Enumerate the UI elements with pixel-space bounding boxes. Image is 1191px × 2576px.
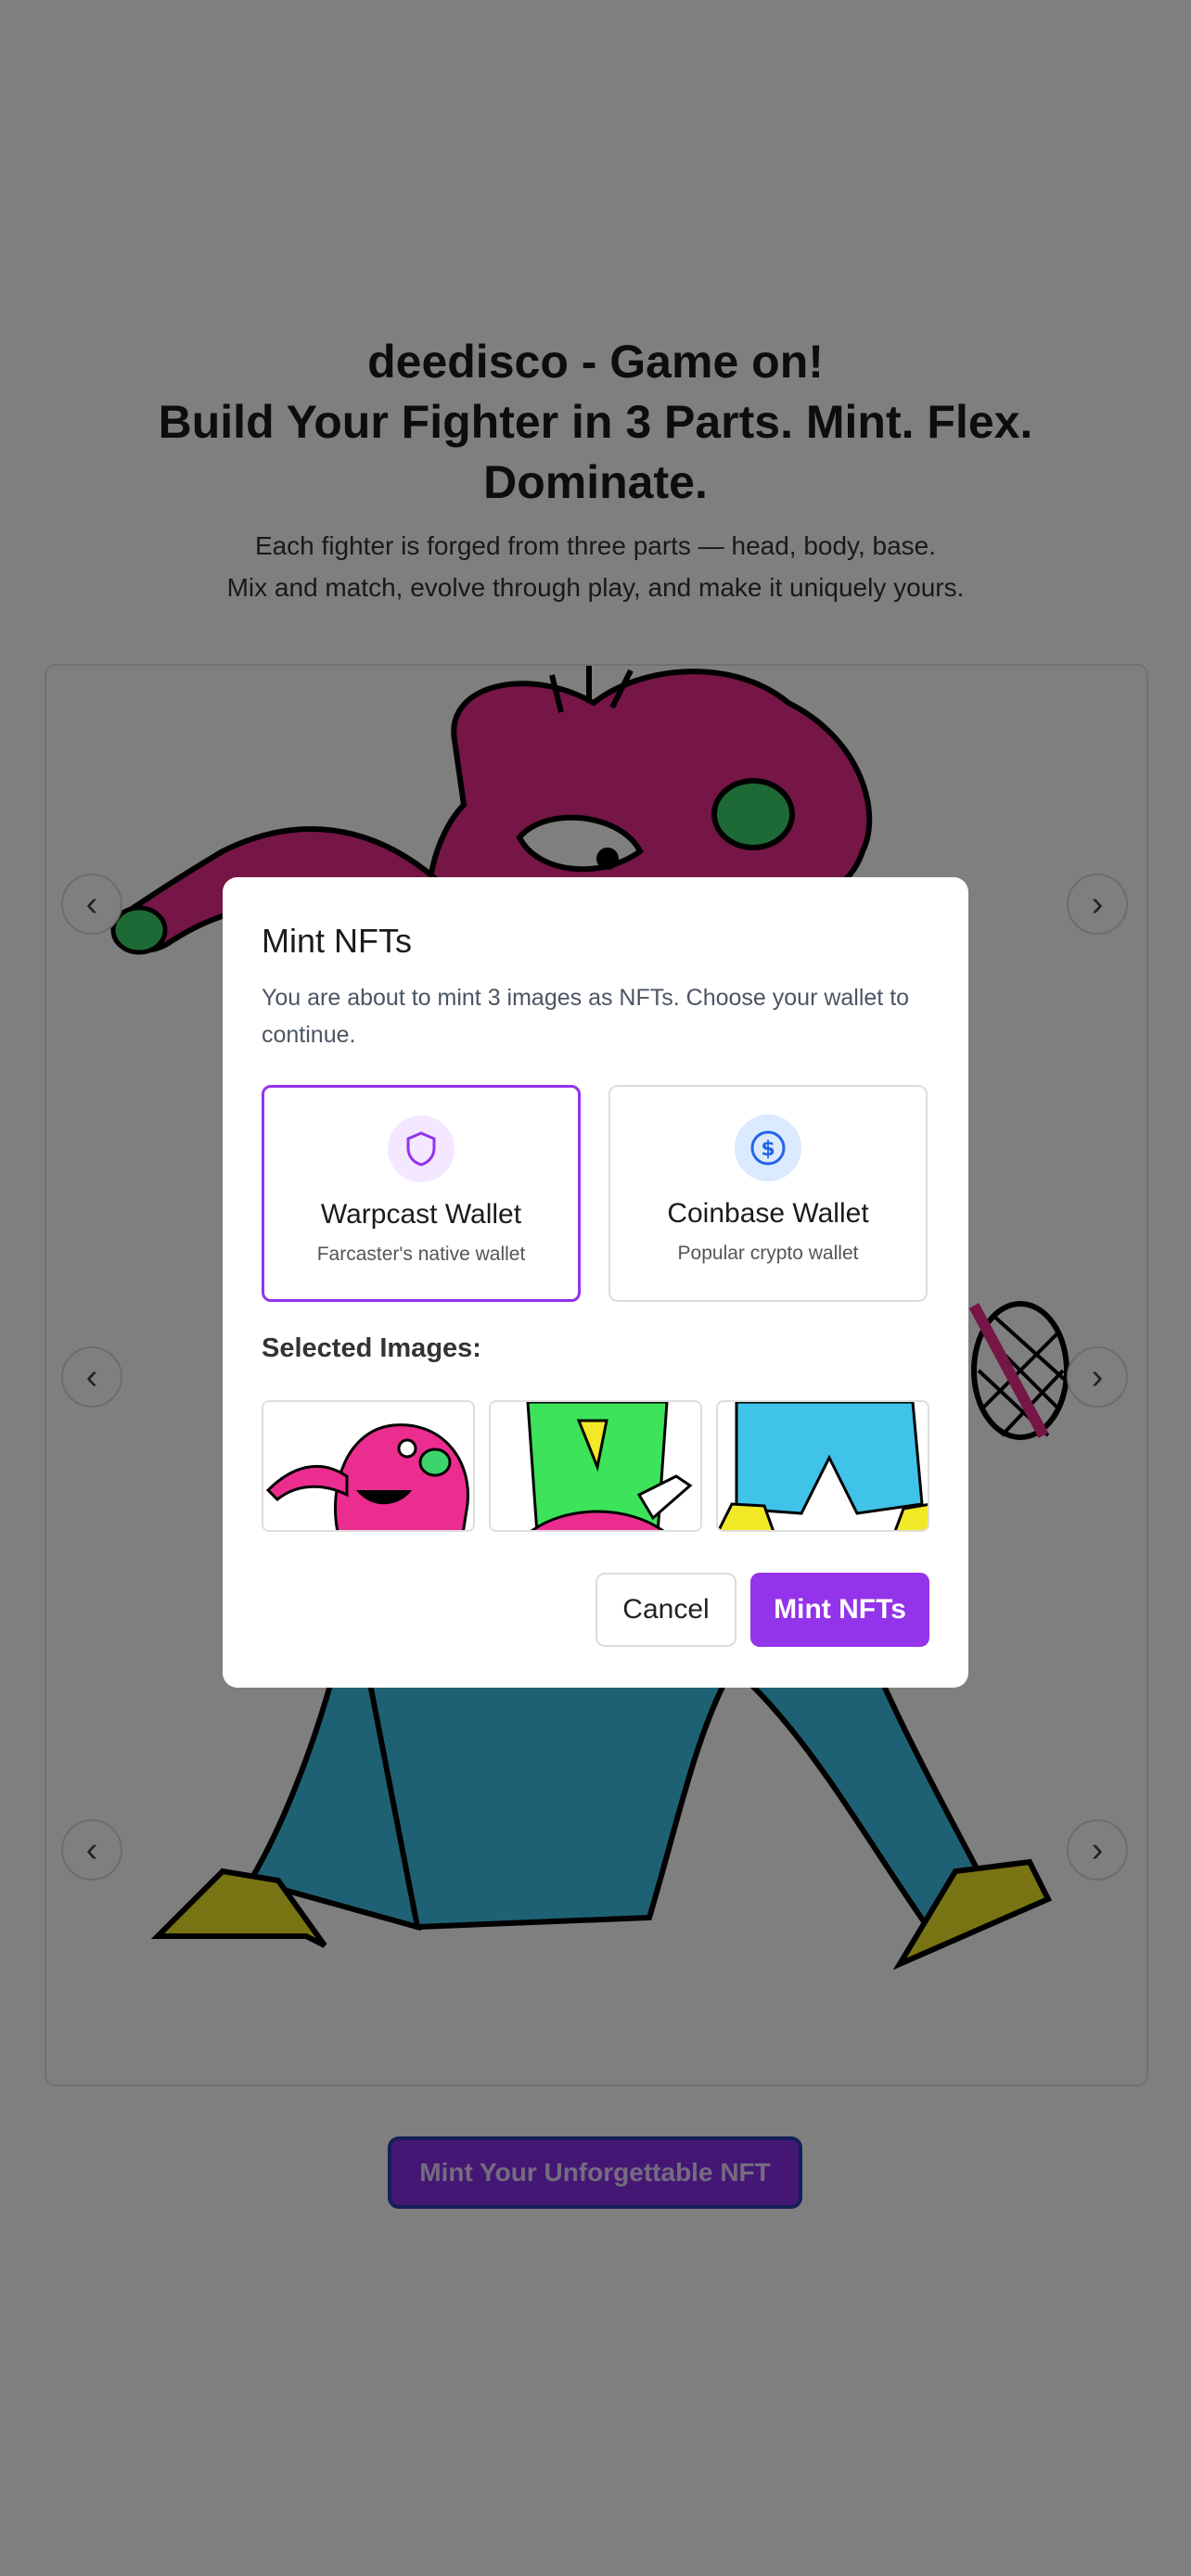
shield-icon [388,1116,455,1182]
modal-description: You are about to mint 3 images as NFTs. … [262,985,910,1048]
wallet-option-coinbase[interactable]: $ Coinbase Wallet Popular crypto wallet [608,1085,928,1302]
selected-image-body [489,1400,702,1532]
wallet-name: Warpcast Wallet [320,1199,522,1230]
mint-nfts-button[interactable]: Mint NFTs [750,1573,929,1647]
selected-image-head [262,1400,475,1532]
mint-modal: Mint NFTs You are about to mint 3 images… [223,877,968,1688]
wallet-subtitle: Farcaster's native wallet [316,1243,526,1265]
selected-image-base [716,1400,929,1532]
cancel-button[interactable]: Cancel [596,1573,736,1647]
svg-text:$: $ [761,1138,775,1161]
wallet-name: Coinbase Wallet [667,1198,869,1229]
modal-title: Mint NFTs [262,922,412,960]
dollar-circle-icon: $ [735,1115,801,1181]
wallet-option-warpcast[interactable]: Warpcast Wallet Farcaster's native walle… [262,1085,581,1302]
wallet-subtitle: Popular crypto wallet [677,1243,859,1264]
page: deedisco - Game on! Build Your Fighter i… [0,0,1191,2576]
selected-images-label: Selected Images: [262,1333,481,1363]
